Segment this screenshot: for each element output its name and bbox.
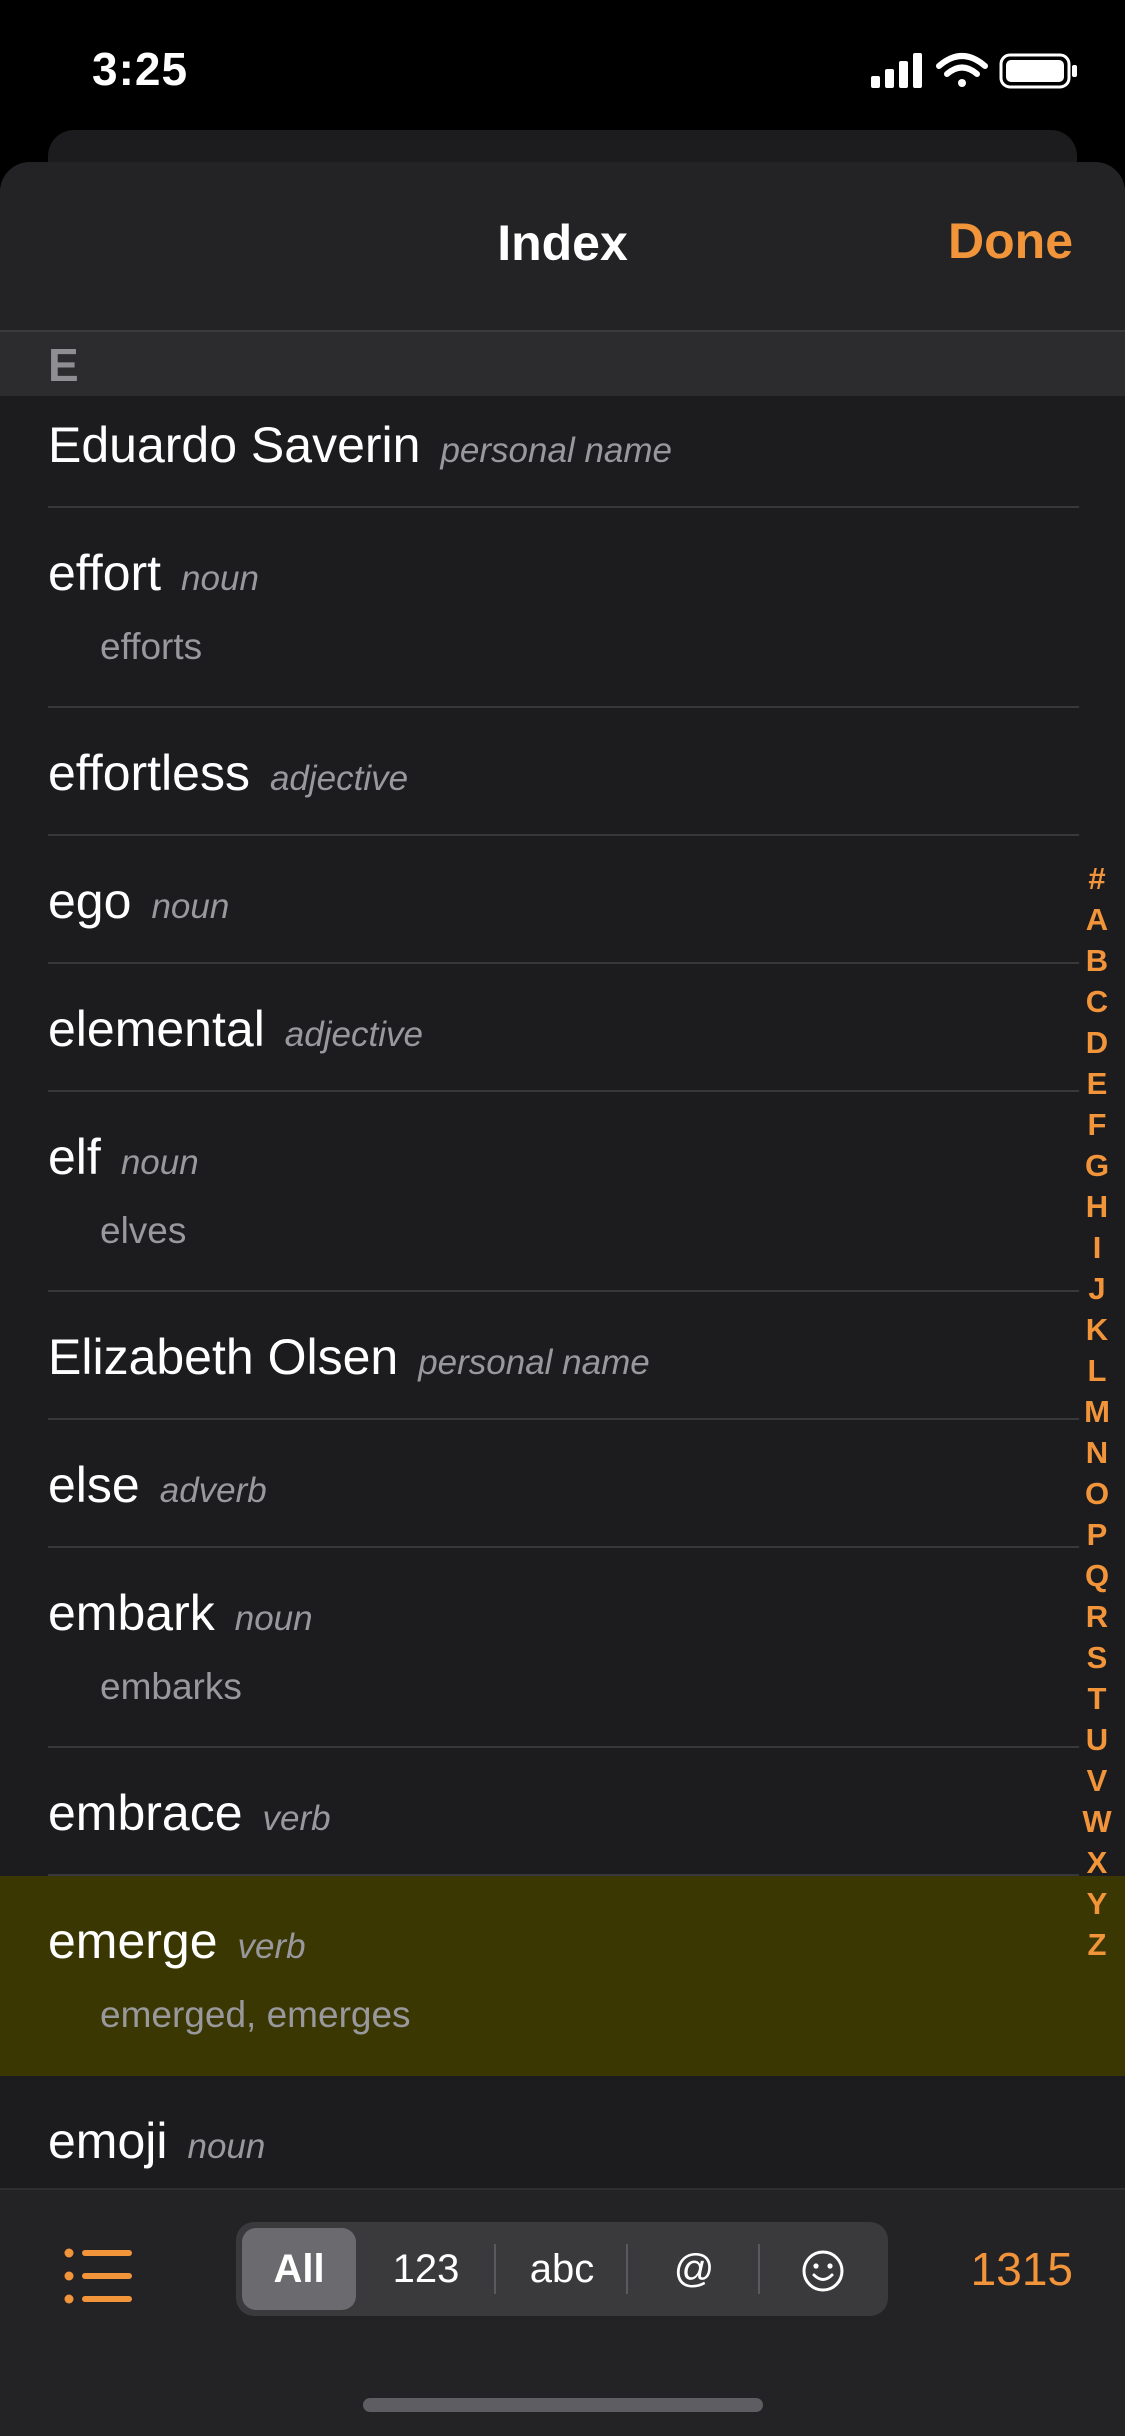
alphabet-index-letter[interactable]: B	[1079, 940, 1115, 981]
list-item[interactable]: effortless adjective	[0, 708, 1125, 836]
list-item[interactable]: effort noun efforts	[0, 508, 1125, 708]
alphabet-index-letter[interactable]: P	[1079, 1514, 1115, 1555]
segment-numbers[interactable]: 123	[366, 2228, 486, 2310]
entry-list[interactable]: Eduardo Saverin personal name effort noun …	[0, 396, 1125, 2350]
segment-divider	[626, 2244, 628, 2294]
alphabet-index-letter[interactable]: C	[1079, 981, 1115, 1022]
segment-emoji[interactable]	[764, 2228, 882, 2310]
entry-word: Eduardo Saverin personal name	[48, 417, 673, 473]
alphabet-index-letter[interactable]: Q	[1079, 1555, 1115, 1596]
list-item[interactable]: Eduardo Saverin personal name	[0, 396, 1125, 508]
list-icon[interactable]	[64, 2248, 134, 2304]
status-bar: 3:25	[0, 0, 1125, 140]
entry-word: elf noun	[48, 1129, 199, 1185]
alphabet-index-letter[interactable]: N	[1079, 1432, 1115, 1473]
list-item[interactable]: emoji noun	[0, 2076, 1125, 2204]
entry-forms: embarks	[100, 1666, 242, 1707]
alphabet-index-letter[interactable]: G	[1079, 1145, 1115, 1186]
alphabet-index-letter[interactable]: V	[1079, 1760, 1115, 1801]
segment-divider	[494, 2244, 496, 2294]
entry-forms: elves	[100, 1210, 187, 1251]
list-item[interactable]: Elizabeth Olsen personal name	[0, 1292, 1125, 1420]
filter-segmented-control: All 123 abc @	[236, 2222, 888, 2316]
list-item[interactable]: embark noun embarks	[0, 1548, 1125, 1748]
status-icons	[871, 50, 1081, 90]
section-letter: E	[48, 339, 79, 391]
list-item[interactable]: embrace verb	[0, 1748, 1125, 1876]
alphabet-index-letter[interactable]: W	[1079, 1801, 1115, 1842]
alphabet-index-letter[interactable]: O	[1079, 1473, 1115, 1514]
entry-count: 1315	[970, 2243, 1073, 2295]
alphabet-index-letter[interactable]: A	[1079, 899, 1115, 940]
alphabet-index-letter[interactable]: M	[1079, 1391, 1115, 1432]
entry-part-of-speech: verb	[237, 1927, 306, 1966]
entry-part-of-speech: noun	[181, 559, 259, 598]
segment-all[interactable]: All	[242, 2228, 356, 2310]
wifi-icon	[936, 53, 988, 87]
entry-word: embrace verb	[48, 1785, 331, 1841]
alphabet-index-letter[interactable]: D	[1079, 1022, 1115, 1063]
alphabet-index-letter[interactable]: K	[1079, 1309, 1115, 1350]
section-header: E	[0, 332, 1125, 396]
entry-word: ego noun	[48, 873, 230, 929]
entry-part-of-speech: adjective	[284, 1015, 423, 1054]
entry-word: emerge verb	[48, 1913, 306, 1969]
entry-word: emoji noun	[48, 2113, 266, 2169]
alphabet-index-letter[interactable]: R	[1079, 1596, 1115, 1637]
alphabet-index-letter[interactable]: H	[1079, 1186, 1115, 1227]
screen: 3:25 Index Done E Eduardo Saverin person…	[0, 0, 1125, 2436]
alphabet-index-letter[interactable]: T	[1079, 1678, 1115, 1719]
done-button[interactable]: Done	[948, 212, 1073, 270]
alphabet-index[interactable]: # A B C D E F G H I J K L M N O P Q R S T U V W X Y Z	[1079, 858, 1115, 1965]
entry-word: else adverb	[48, 1457, 267, 1513]
entry-word: effort noun	[48, 545, 259, 601]
alphabet-index-letter[interactable]: #	[1079, 858, 1115, 899]
segment-divider	[758, 2244, 760, 2294]
list-item-highlighted[interactable]: emerge verb emerged, emerges	[0, 1876, 1125, 2076]
entry-part-of-speech: verb	[262, 1799, 331, 1838]
entry-part-of-speech: noun	[187, 2127, 266, 2166]
segment-at[interactable]: @	[632, 2228, 756, 2310]
entry-part-of-speech: personal name	[418, 1343, 650, 1382]
index-sheet: Index Done E Eduardo Saverin personal nam…	[0, 162, 1125, 2436]
segment-letters[interactable]: abc	[500, 2228, 624, 2310]
list-item[interactable]: else adverb	[0, 1420, 1125, 1548]
entry-part-of-speech: noun	[120, 1143, 199, 1182]
alphabet-index-letter[interactable]: F	[1079, 1104, 1115, 1145]
smiley-icon	[802, 2250, 844, 2292]
alphabet-index-letter[interactable]: U	[1079, 1719, 1115, 1760]
home-indicator[interactable]	[363, 2398, 763, 2412]
entry-word: effortless adjective	[48, 745, 409, 801]
sheet-header: Index Done	[0, 162, 1125, 332]
battery-icon	[999, 53, 1077, 89]
alphabet-index-letter[interactable]: Z	[1079, 1924, 1115, 1965]
entry-forms: emerged, emerges	[100, 1994, 411, 2035]
entry-part-of-speech: adjective	[269, 759, 409, 798]
status-time: 3:25	[92, 43, 189, 95]
alphabet-index-letter[interactable]: E	[1079, 1063, 1115, 1104]
entry-word: elemental adjective	[48, 1001, 423, 1057]
alphabet-index-letter[interactable]: J	[1079, 1268, 1115, 1309]
alphabet-index-letter[interactable]: L	[1079, 1350, 1115, 1391]
list-item[interactable]: elemental adjective	[0, 964, 1125, 1092]
list-item[interactable]: elf noun elves	[0, 1092, 1125, 1292]
entry-part-of-speech: personal name	[440, 431, 673, 470]
list-item[interactable]: ego noun	[0, 836, 1125, 964]
entry-part-of-speech: noun	[234, 1599, 313, 1638]
alphabet-index-letter[interactable]: I	[1079, 1227, 1115, 1268]
entry-word: embark noun	[48, 1585, 313, 1641]
alphabet-index-letter[interactable]: Y	[1079, 1883, 1115, 1924]
signal-icon	[871, 53, 922, 88]
entry-forms: efforts	[100, 626, 203, 667]
entry-part-of-speech: adverb	[159, 1471, 267, 1510]
alphabet-index-letter[interactable]: S	[1079, 1637, 1115, 1678]
alphabet-index-letter[interactable]: X	[1079, 1842, 1115, 1883]
entry-word: Elizabeth Olsen personal name	[48, 1329, 650, 1385]
entry-part-of-speech: noun	[151, 887, 230, 926]
